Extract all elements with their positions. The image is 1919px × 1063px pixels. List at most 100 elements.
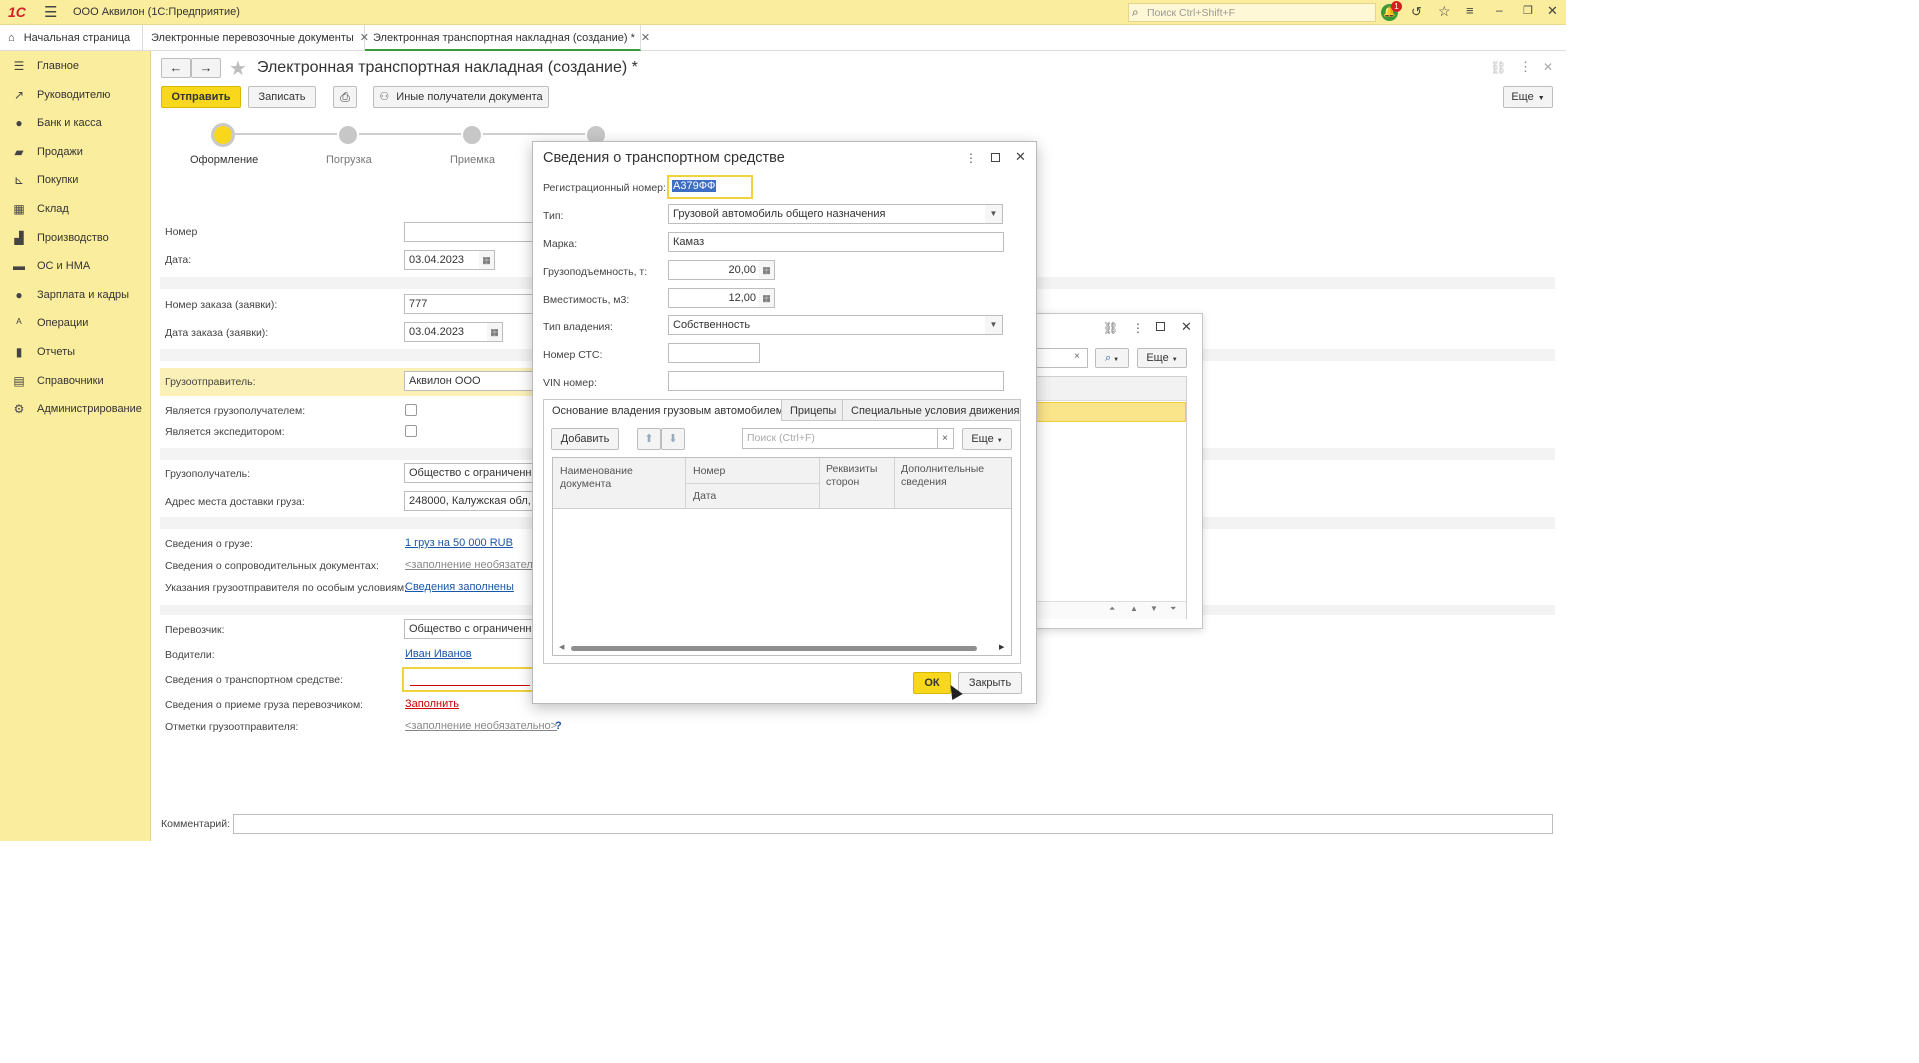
consignee-field[interactable]: Общество с ограниченно — [404, 463, 534, 483]
sidebar-item-bank[interactable]: ● Банк и касса — [0, 111, 151, 135]
last-page-icon[interactable]: ⏷ — [1170, 604, 1176, 614]
order-number-field[interactable]: 777 — [404, 294, 534, 314]
sidebar-item-reports[interactable]: ▮ Отчеты — [0, 340, 151, 364]
cargo-link[interactable]: 1 груз на 50 000 RUB — [405, 537, 513, 549]
global-search[interactable]: ⌕ Поиск Ctrl+Shift+F — [1128, 3, 1376, 22]
maximize-icon[interactable] — [991, 153, 1000, 162]
scroll-right-icon[interactable]: ▶ — [999, 643, 1004, 651]
prev-page-icon[interactable]: ▲ — [1130, 604, 1138, 613]
close-form-icon[interactable]: ✕ — [1543, 60, 1553, 74]
sidebar-item-sales[interactable]: ▰ Продажи — [0, 140, 151, 164]
col-header-date[interactable]: Дата — [693, 490, 716, 503]
acceptance-link[interactable]: Заполнить — [405, 698, 459, 710]
tab-edocs[interactable]: Электронные перевозочные документы ✕ — [143, 25, 369, 51]
history-icon[interactable]: ↺ — [1411, 4, 1422, 20]
col-header-number[interactable]: Номер — [693, 465, 725, 478]
first-page-icon[interactable]: ⏶ — [1109, 604, 1115, 614]
add-button[interactable]: Добавить — [551, 428, 619, 450]
send-button[interactable]: Отправить — [161, 86, 241, 108]
calculator-icon[interactable]: ▦ — [759, 260, 775, 280]
search-button[interactable]: ⌕ ▼ — [1095, 348, 1129, 368]
chevron-down-icon[interactable]: ▼ — [985, 204, 1003, 224]
capacity-field[interactable]: 20,00 — [668, 260, 760, 280]
scroll-thumb[interactable] — [571, 646, 977, 651]
sidebar-item-main[interactable]: ☰ Главное — [0, 54, 151, 78]
close-button[interactable]: Закрыть — [958, 672, 1022, 694]
sidebar-item-assets[interactable]: ▬ ОС и НМА — [0, 254, 151, 278]
table-more-button[interactable]: Еще ▼ — [962, 428, 1012, 450]
move-down-button[interactable]: ⬇ — [661, 428, 685, 450]
back-button[interactable]: ← — [161, 58, 191, 78]
link-icon[interactable]: ⛓ — [1490, 60, 1507, 76]
print-button[interactable]: ⎙ — [333, 86, 357, 108]
tab-trailers[interactable]: Прицепы — [781, 399, 843, 421]
sidebar-item-operations[interactable]: ᴬ Операции — [0, 311, 151, 335]
sidebar-item-warehouse[interactable]: ▦ Склад — [0, 197, 151, 221]
vin-field[interactable] — [668, 371, 1004, 391]
more-dots-icon[interactable]: ⋮ — [1519, 59, 1532, 75]
favorite-star-icon[interactable]: ★ — [229, 56, 247, 81]
more-button[interactable]: Еще ▼ — [1137, 348, 1187, 368]
tab-home[interactable]: ⌂ Начальная страница — [0, 25, 143, 51]
is-consignee-checkbox[interactable] — [405, 404, 417, 416]
special-link[interactable]: Сведения заполнены — [405, 581, 514, 593]
sidebar-item-director[interactable]: ↗ Руководителю — [0, 83, 151, 107]
comment-field[interactable] — [233, 814, 1553, 834]
tab-ownership-basis[interactable]: Основание владения грузовым автомобилем — [543, 399, 783, 421]
forward-button[interactable]: → — [191, 58, 221, 78]
sidebar-item-catalogs[interactable]: ▤ Справочники — [0, 369, 151, 393]
save-button[interactable]: Записать — [248, 86, 316, 108]
vehicle-field[interactable] — [402, 667, 534, 692]
ok-button[interactable]: ОК — [913, 672, 951, 694]
more-dots-icon[interactable]: ⋮ — [965, 151, 977, 165]
number-field[interactable] — [404, 222, 534, 242]
maximize-icon[interactable] — [1156, 322, 1165, 331]
address-field[interactable]: 248000, Калужская обл, г — [404, 491, 534, 511]
favorites-icon[interactable]: ☆ — [1438, 3, 1451, 20]
menu-icon[interactable]: ☰ — [44, 3, 57, 21]
reg-number-field[interactable]: А379ФФ — [667, 175, 753, 199]
more-button[interactable]: Еще ▼ — [1503, 86, 1553, 108]
settings-menu-icon[interactable]: ≡ — [1466, 3, 1474, 18]
minimize-icon[interactable]: – — [1496, 3, 1503, 17]
sidebar-item-salary[interactable]: ● Зарплата и кадры — [0, 283, 151, 307]
calendar-icon[interactable]: ▦ — [487, 322, 503, 342]
scroll-left-icon[interactable]: ◀ — [559, 643, 564, 651]
carrier-field[interactable]: Общество с ограниченно — [404, 619, 534, 639]
calendar-icon[interactable]: ▦ — [479, 250, 495, 270]
brand-field[interactable]: Камаз — [668, 232, 1004, 252]
next-page-icon[interactable]: ▼ — [1150, 604, 1158, 613]
sidebar-item-production[interactable]: ▟ Производство — [0, 226, 151, 250]
table-search-field[interactable]: Поиск (Ctrl+F) — [742, 428, 938, 449]
recipients-button[interactable]: ⚇ Иные получатели документа — [373, 86, 549, 108]
calculator-icon[interactable]: ▦ — [759, 288, 775, 308]
close-icon[interactable]: ✕ — [1015, 149, 1026, 165]
order-date-field[interactable]: 03.04.2023 — [404, 322, 488, 342]
close-icon[interactable]: ✕ — [1547, 3, 1558, 19]
type-select[interactable]: Грузовой автомобиль общего назначения — [668, 204, 986, 224]
date-field[interactable]: 03.04.2023 — [404, 250, 480, 270]
ownership-select[interactable]: Собственность — [668, 315, 986, 335]
tab-waybill[interactable]: Электронная транспортная накладная (созд… — [365, 25, 650, 51]
move-up-button[interactable]: ⬆ — [637, 428, 661, 450]
sidebar-item-admin[interactable]: ⚙ Администрирование — [0, 397, 151, 421]
col-header-name[interactable]: Наименование документа — [560, 465, 675, 491]
help-icon[interactable]: ? — [555, 720, 562, 732]
sts-field[interactable] — [668, 343, 760, 363]
search-field[interactable]: × — [1036, 348, 1088, 368]
sidebar-item-purchases[interactable]: ⊾ Покупки — [0, 168, 151, 192]
shipper-field[interactable]: Аквилон ООО — [404, 371, 534, 391]
col-header-parties[interactable]: Реквизиты сторон — [826, 463, 888, 489]
selected-row[interactable] — [1036, 402, 1186, 422]
more-dots-icon[interactable]: ⋮ — [1132, 321, 1144, 335]
close-icon[interactable]: ✕ — [1181, 319, 1192, 335]
drivers-link[interactable]: Иван Иванов — [405, 648, 472, 660]
link-icon[interactable]: ⛓ — [1103, 321, 1118, 335]
docs-link[interactable]: <заполнение необязатель — [405, 559, 533, 571]
clear-icon[interactable]: × — [1074, 351, 1080, 362]
is-forwarder-checkbox[interactable] — [405, 425, 417, 437]
marks-link[interactable]: <заполнение необязательно> — [405, 720, 557, 732]
chevron-down-icon[interactable]: ▼ — [985, 315, 1003, 335]
col-header-extra[interactable]: Дополнительные сведения — [901, 463, 1006, 489]
tab-special-conditions[interactable]: Специальные условия движения — [842, 399, 1021, 421]
